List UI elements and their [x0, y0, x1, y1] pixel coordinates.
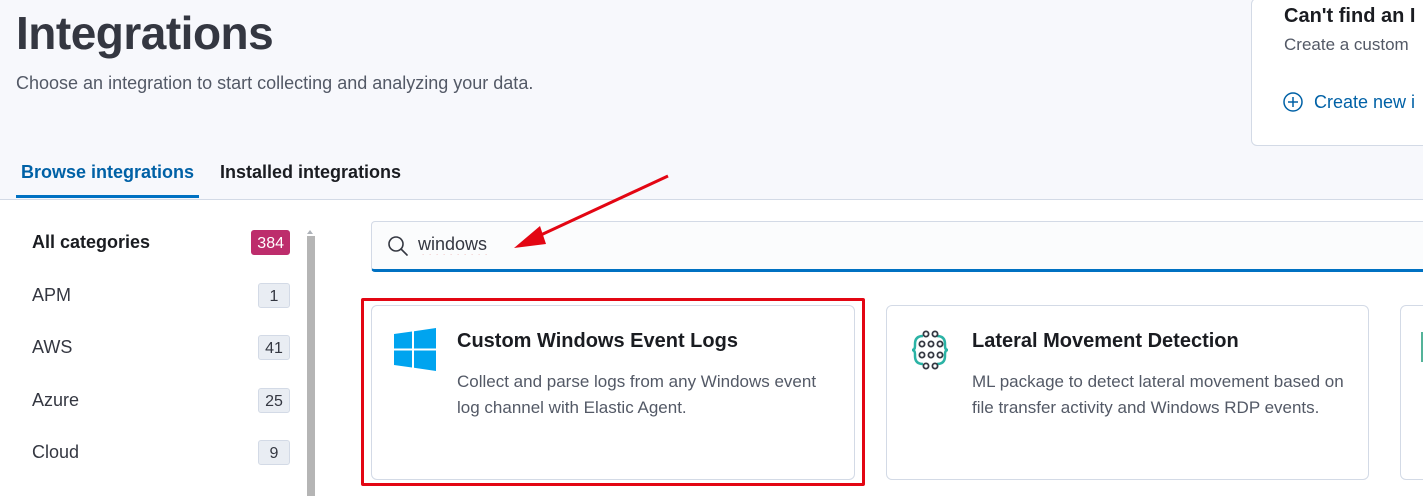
category-all[interactable]: All categories 384 [16, 220, 306, 273]
category-apm[interactable]: APM 1 [16, 273, 306, 326]
category-label: Cloud [32, 442, 80, 462]
search-bar [371, 221, 1423, 272]
ml-package-icon [911, 330, 949, 370]
category-cloud[interactable]: Cloud 9 [16, 430, 306, 483]
sidebar-scrollbar[interactable] [306, 230, 316, 496]
scroll-up-arrow-icon[interactable] [307, 230, 313, 234]
category-label: All categories [32, 232, 151, 252]
page-header: Integrations Choose an integration to st… [0, 0, 1423, 200]
category-count-badge: 1 [258, 282, 290, 308]
plus-circle-icon [1283, 92, 1303, 112]
custom-integration-card: Can't find an I Create a custom Create n… [1251, 0, 1423, 146]
category-azure[interactable]: Azure 25 [16, 378, 306, 431]
category-count-badge: 25 [258, 387, 290, 413]
cta-description: Create a custom [1284, 35, 1409, 54]
tab-installed-integrations[interactable]: Installed integrations [215, 156, 406, 198]
cta-title: Can't find an I [1284, 5, 1416, 27]
windows-logo-icon [394, 328, 436, 371]
category-count-badge: 41 [258, 335, 290, 360]
card-description: ML package to detect lateral movement ba… [972, 372, 1344, 417]
search-icon [388, 236, 408, 256]
page-title: Integrations [16, 7, 274, 59]
card-title: Lateral Movement Detection [972, 330, 1239, 352]
search-input[interactable] [418, 234, 1318, 255]
tab-browse-integrations[interactable]: Browse integrations [16, 156, 200, 198]
integration-card-lateral-movement-detection[interactable]: Lateral Movement Detection ML package to… [886, 305, 1369, 480]
tabs: Browse integrations Installed integratio… [16, 156, 422, 198]
create-new-integration-link[interactable]: Create new i [1282, 91, 1415, 113]
integration-card-custom-windows-event-logs[interactable]: Custom Windows Event Logs Collect and pa… [371, 305, 855, 480]
category-count-badge: 9 [258, 440, 290, 465]
category-label: Azure [32, 389, 80, 410]
category-label: AWS [32, 337, 73, 357]
category-aws[interactable]: AWS 41 [16, 325, 306, 378]
category-count-badge: 384 [251, 230, 290, 255]
create-new-integration-label: Create new i [1314, 91, 1416, 112]
category-label: APM [32, 284, 72, 305]
card-title: Custom Windows Event Logs [457, 330, 738, 352]
card-description: Collect and parse logs from any Windows … [457, 372, 817, 417]
scroll-thumb[interactable] [307, 236, 315, 496]
integration-card-partial[interactable] [1400, 305, 1423, 480]
category-sidebar: All categories 384 APM 1 AWS 41 Azure 25… [16, 220, 306, 483]
page-subtitle: Choose an integration to start collectin… [16, 73, 534, 93]
